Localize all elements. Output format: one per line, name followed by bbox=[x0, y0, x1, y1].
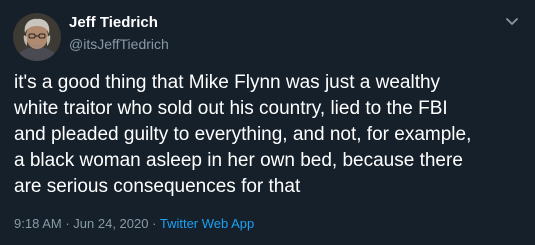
tweet-text: it's a good thing that Mike Flynn was ju… bbox=[14, 72, 472, 197]
tweet-time[interactable]: 9:18 AM bbox=[14, 216, 62, 231]
tweet-metadata: 9:18 AM · Jun 24, 2020 · Twitter Web App bbox=[14, 216, 254, 232]
tweet-date[interactable]: Jun 24, 2020 bbox=[73, 216, 148, 231]
author-block: Jeff Tiedrich @itsJeffTiedrich bbox=[69, 13, 169, 53]
user-handle[interactable]: @itsJeffTiedrich bbox=[69, 35, 169, 53]
meta-separator: · bbox=[65, 216, 70, 231]
tweet-card: Jeff Tiedrich @itsJeffTiedrich it's a go… bbox=[0, 0, 535, 245]
tweet-menu-button[interactable] bbox=[503, 12, 521, 30]
chevron-down-icon bbox=[506, 18, 518, 25]
avatar-photo bbox=[13, 13, 61, 61]
meta-separator: · bbox=[152, 216, 157, 231]
display-name[interactable]: Jeff Tiedrich bbox=[69, 13, 169, 33]
tweet-source[interactable]: Twitter Web App bbox=[160, 216, 254, 231]
avatar[interactable] bbox=[13, 13, 61, 61]
